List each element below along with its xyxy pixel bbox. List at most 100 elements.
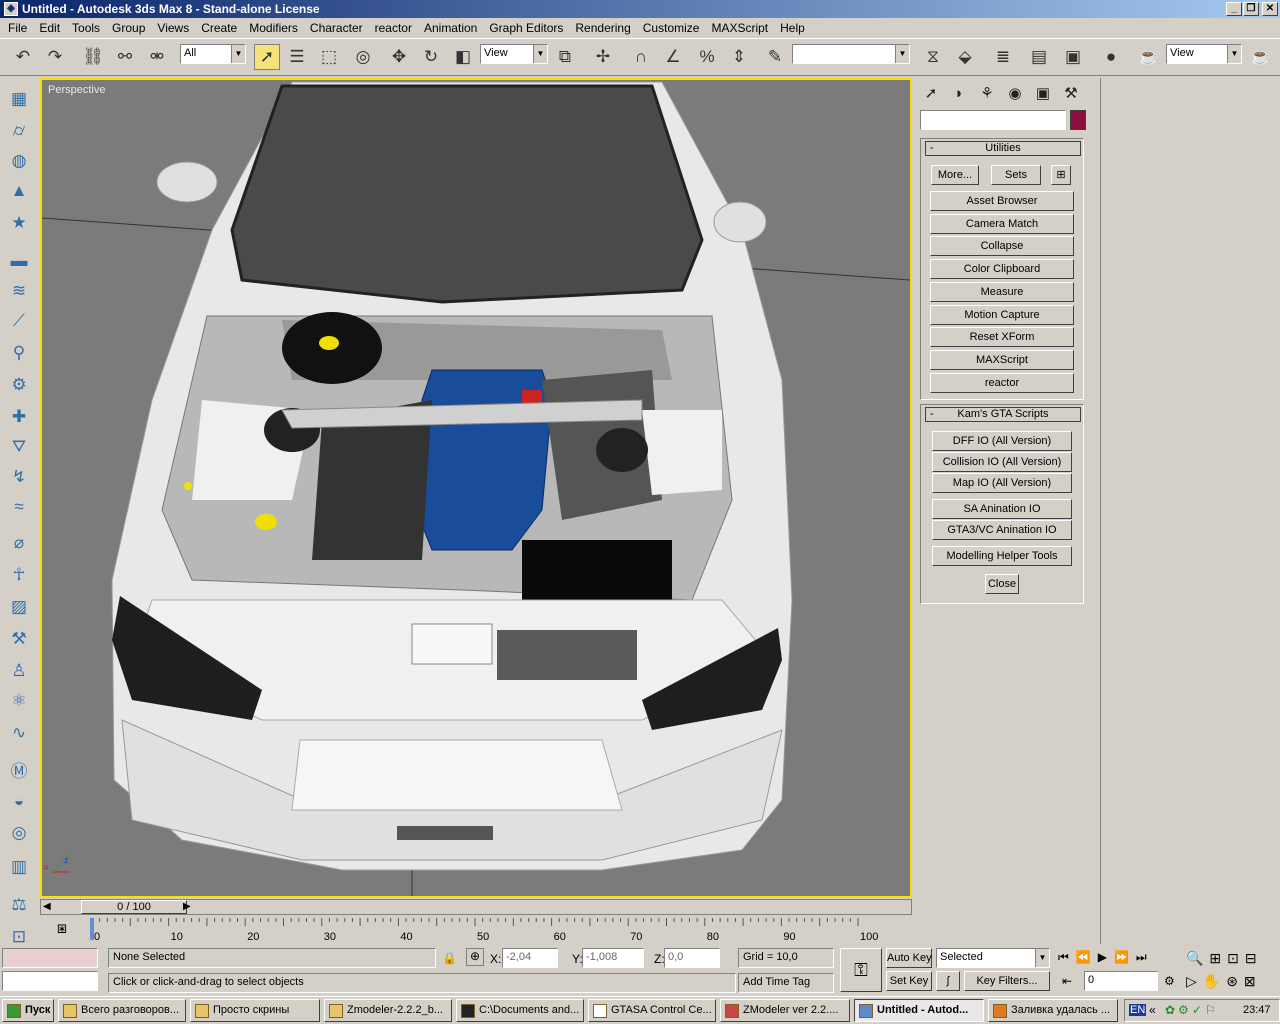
menu-views[interactable]: Views (151, 21, 195, 35)
asset-browser-button[interactable]: Asset Browser (930, 191, 1074, 211)
time-slider[interactable]: ◀ 0 / 100 ▶ (40, 899, 912, 915)
space-warp-icon[interactable]: ⛛ (6, 434, 32, 460)
material-m-icon[interactable]: Ⓜ (6, 756, 32, 782)
camera-match-button[interactable]: Camera Match (930, 214, 1074, 234)
menu-tools[interactable]: Tools (66, 21, 106, 35)
named-selection-dropdown[interactable]: ▼ (792, 44, 910, 64)
reset-xform-button[interactable]: Reset XForm (930, 327, 1074, 347)
angle-snap-icon[interactable]: ∠ (660, 44, 686, 70)
task-cmd[interactable]: C:\Documents and... (456, 999, 584, 1022)
align-icon[interactable]: ⬙ (952, 44, 978, 70)
rectangular-selection-icon[interactable]: ⬚ (316, 44, 342, 70)
task-firefox[interactable]: Заливка удалась ... (988, 999, 1118, 1022)
star-icon[interactable]: ★ (6, 210, 32, 236)
time-config-icon[interactable]: ⚙ (1164, 974, 1175, 988)
current-frame-field[interactable]: 0 (1084, 971, 1158, 991)
menu-reactor[interactable]: reactor (369, 21, 418, 35)
playback-controls[interactable]: ⏮⏪▶⏩⏭ (1058, 950, 1154, 965)
maxscript-input-mini[interactable] (2, 971, 98, 991)
modelling-helper-tools-button[interactable]: Modelling Helper Tools (932, 546, 1072, 566)
curve-editor-icon[interactable]: ▤ (1026, 44, 1052, 70)
time-slider-thumb[interactable]: 0 / 100 (81, 900, 187, 914)
language-indicator[interactable]: EN (1129, 1004, 1147, 1016)
bend-icon[interactable]: ↯ (6, 464, 32, 490)
auto-key-button[interactable]: Auto Key (886, 948, 932, 968)
task-3dsmax[interactable]: Untitled - Autod... (854, 999, 984, 1022)
render-globe-icon[interactable]: ◎ (6, 820, 32, 846)
scale-icon[interactable]: ◧ (450, 44, 476, 70)
sa-animation-io-button[interactable]: SA Anination IO (932, 499, 1072, 519)
manipulate-icon[interactable]: ✢ (590, 44, 616, 70)
map-io-button[interactable]: Map IO (All Version) (932, 473, 1072, 493)
configure-sets-icon[interactable]: ⊞ (1051, 165, 1071, 185)
x-coordinate-field[interactable]: -2,04 (502, 948, 558, 968)
minimize-button[interactable]: _ (1226, 2, 1242, 16)
select-and-link-icon[interactable]: ⛓ (80, 44, 106, 70)
add-time-tag[interactable]: Add Time Tag (738, 973, 834, 993)
utilities-rollout-header[interactable]: - Utilities (925, 141, 1081, 156)
unlink-icon[interactable]: ⚯ (112, 44, 138, 70)
measure-icon[interactable]: ⚖ (6, 892, 32, 918)
tray-expand-icon[interactable]: « (1149, 1003, 1156, 1017)
edit-named-selection-icon[interactable]: ✎ (762, 44, 788, 70)
perspective-viewport[interactable]: Perspective z x (40, 78, 912, 898)
key-filters-button[interactable]: Key Filters... (964, 971, 1050, 991)
material-map-icon[interactable]: ◒ (6, 788, 32, 814)
cylinder-icon[interactable]: ⌭ (6, 118, 32, 144)
object-color-swatch[interactable] (1070, 110, 1086, 130)
more-button[interactable]: More... (931, 165, 979, 185)
task-gtasa-control[interactable]: GTASA Control Ce... (588, 999, 716, 1022)
hierarchy-tab-icon[interactable]: ⚘ (976, 82, 998, 104)
menu-group[interactable]: Group (106, 21, 151, 35)
time-prev-arrow[interactable]: ◀ (43, 901, 51, 912)
restore-button[interactable]: ❐ (1243, 2, 1259, 16)
cone-icon[interactable]: ▲ (6, 178, 32, 204)
motion-icon[interactable]: ∿ (6, 720, 32, 746)
tray-icons[interactable]: ✿⚙✓⚐ (1165, 1003, 1219, 1017)
current-frame-marker[interactable] (90, 918, 94, 940)
wave-icon[interactable]: ≈ (6, 494, 32, 520)
map-icon[interactable]: ▨ (6, 594, 32, 620)
kams-rollout-header[interactable]: - Kam's GTA Scripts (925, 407, 1081, 422)
render-scene-icon[interactable]: ☕ (1136, 44, 1162, 70)
camera-icon[interactable]: ⌀ (6, 530, 32, 556)
menu-create[interactable]: Create (195, 21, 243, 35)
menu-character[interactable]: Character (304, 21, 369, 35)
maxscript-button[interactable]: MAXScript (930, 350, 1074, 370)
undo-icon[interactable]: ↶ (10, 44, 36, 70)
gear-icon[interactable]: ⚙ (6, 372, 32, 398)
gta3-vc-animation-io-button[interactable]: GTA3/VC Anination IO (932, 520, 1072, 540)
tangent-icon[interactable]: ∫ (936, 971, 960, 991)
schematic-view-icon[interactable]: ▣ (1060, 44, 1086, 70)
motion-tab-icon[interactable]: ◉ (1004, 82, 1026, 104)
selection-filter-dropdown[interactable]: All ▼ (180, 44, 246, 64)
rotate-icon[interactable]: ↻ (418, 44, 444, 70)
snap-toggle-icon[interactable]: ∩ (628, 44, 654, 70)
select-by-name-icon[interactable]: ☰ (284, 44, 310, 70)
task-zmodeler-folder[interactable]: Zmodeler-2.2.2_b... (324, 999, 452, 1022)
line-icon[interactable]: ⟋ (6, 308, 32, 334)
collision-io-button[interactable]: Collision IO (All Version) (932, 452, 1072, 472)
layer-manager-icon[interactable]: ≣ (990, 44, 1016, 70)
key-mode-toggle-icon[interactable]: ⇤ (1062, 974, 1072, 988)
z-coordinate-field[interactable]: 0,0 (664, 948, 720, 968)
motion-capture-button[interactable]: Motion Capture (930, 305, 1074, 325)
set-key-button[interactable]: Set Key (886, 971, 932, 991)
utilities-tab-icon[interactable]: ⚒ (1060, 82, 1082, 104)
start-button[interactable]: Пуск (2, 999, 54, 1022)
menu-graph-editors[interactable]: Graph Editors (483, 21, 569, 35)
close-rollout-button[interactable]: Close (985, 574, 1019, 594)
material-editor-icon[interactable]: ● (1098, 44, 1124, 70)
skin-icon[interactable]: ♙ (6, 658, 32, 684)
viewport-nav-row2[interactable]: ▷✋⊛⊠ (1186, 973, 1262, 990)
bind-space-warp-icon[interactable]: ⚮ (144, 44, 170, 70)
object-name-field[interactable] (920, 110, 1066, 130)
dff-io-button[interactable]: DFF IO (All Version) (932, 431, 1072, 451)
create-tab-icon[interactable]: ➚ (920, 82, 942, 104)
mirror-icon[interactable]: ⧖ (920, 44, 946, 70)
reactor-button[interactable]: reactor (930, 373, 1074, 393)
helper-icon[interactable]: ✚ (6, 404, 32, 430)
menu-modifiers[interactable]: Modifiers (243, 21, 304, 35)
biped-icon[interactable]: ☥ (6, 562, 32, 588)
bone-icon[interactable]: ⚒ (6, 626, 32, 652)
